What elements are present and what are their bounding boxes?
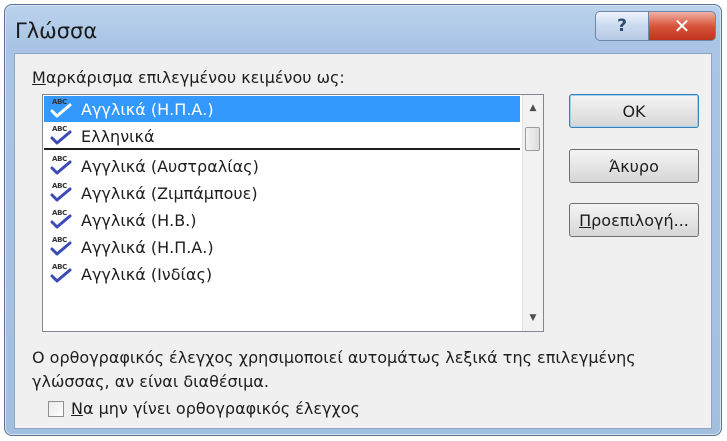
close-icon: ✕ — [673, 14, 691, 38]
language-list-item[interactable]: ABC Αγγλικά (Η.Β.) — [44, 207, 520, 233]
default-button-accelerator: Π — [579, 210, 592, 230]
language-listbox[interactable]: ABC Αγγλικά (Η.Π.Α.) ABC Ελληνικά ABC Αγγλικά… — [42, 94, 544, 332]
vertical-scrollbar[interactable]: ▲ ▼ — [522, 95, 543, 331]
checkmark-icon — [50, 241, 72, 256]
checkmark-icon — [50, 130, 72, 145]
ok-button[interactable]: OK — [569, 94, 699, 128]
abc-spellcheck-icon: ABC — [49, 262, 75, 286]
no-spellcheck-option[interactable]: Να μην γίνει ορθογραφικός έλεγχος — [48, 399, 360, 418]
language-label: Αγγλικά (Ζιμπάμπουε) — [81, 183, 258, 203]
cancel-button[interactable]: Άκυρο — [569, 149, 699, 183]
close-button[interactable]: ✕ — [648, 11, 716, 41]
checkmark-icon — [50, 160, 72, 175]
language-list-item[interactable]: ABC Αγγλικά (Ινδίας) — [44, 261, 520, 287]
help-icon: ? — [617, 16, 627, 36]
checkmark-icon — [50, 214, 72, 229]
checkbox-label: α μην γίνει ορθογραφικός έλεγχος — [82, 399, 360, 418]
scroll-down-icon[interactable]: ▼ — [523, 307, 543, 329]
language-list-item[interactable]: ABC Ελληνικά — [44, 123, 520, 149]
abc-spellcheck-icon: ABC — [49, 154, 75, 178]
abc-spellcheck-icon: ABC — [49, 208, 75, 232]
default-button[interactable]: Προεπιλογή... — [569, 203, 699, 237]
label-text: αρκάρισμα επιλεγμένου κειμένου ως: — [45, 68, 345, 87]
checkmark-icon — [50, 103, 72, 118]
scroll-thumb[interactable] — [525, 127, 540, 151]
spellcheck-description: Ο ορθογραφικός έλεγχος χρησιμοποιεί αυτο… — [32, 348, 636, 391]
language-label: Αγγλικά (Ινδίας) — [81, 264, 213, 284]
dialog-body: Μαρκάρισμα επιλεγμένου κειμένου ως: ABC Α… — [14, 53, 712, 429]
checkmark-icon — [50, 268, 72, 283]
language-list-item[interactable]: ABC Αγγλικά (Η.Π.Α.) — [44, 96, 520, 122]
checkbox-accelerator: Ν — [71, 399, 83, 418]
language-dialog: Γλώσσα ? ✕ Μαρκάρισμα επιλεγμένου κειμέν… — [4, 4, 722, 436]
language-label: Ελληνικά — [81, 126, 155, 146]
language-label: Αγγλικά (Η.Π.Α.) — [81, 99, 214, 119]
help-button[interactable]: ? — [595, 11, 649, 41]
abc-spellcheck-icon: ABC — [49, 124, 75, 148]
label-accelerator: Μ — [32, 68, 46, 87]
language-list-item[interactable]: ABC Αγγλικά (Αυστραλίας) — [44, 153, 520, 179]
language-list-label: Μαρκάρισμα επιλεγμένου κειμένου ως: — [32, 68, 345, 87]
language-label: Αγγλικά (Αυστραλίας) — [81, 156, 259, 176]
abc-spellcheck-icon: ABC — [49, 181, 75, 205]
list-separator — [44, 148, 520, 150]
abc-spellcheck-icon: ABC — [49, 97, 75, 121]
no-spellcheck-checkbox[interactable] — [48, 400, 64, 417]
scroll-up-icon[interactable]: ▲ — [523, 97, 543, 119]
checkmark-icon — [50, 187, 72, 202]
default-button-label: ροεπιλογή... — [591, 210, 689, 230]
abc-spellcheck-icon: ABC — [49, 235, 75, 259]
language-list-item[interactable]: ABC Αγγλικά (Η.Π.Α.) — [44, 234, 520, 260]
language-list-item[interactable]: ABC Αγγλικά (Ζιμπάμπουε) — [44, 180, 520, 206]
dialog-title: Γλώσσα — [15, 19, 98, 43]
language-label: Αγγλικά (Η.Π.Α.) — [81, 237, 214, 257]
language-label: Αγγλικά (Η.Β.) — [81, 210, 197, 230]
